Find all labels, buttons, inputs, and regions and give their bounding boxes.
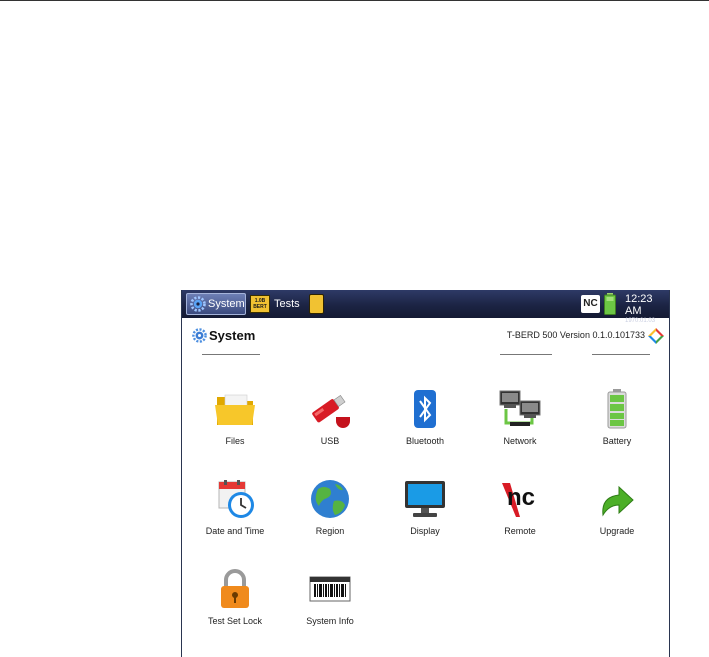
taskbar-tests-label: Tests <box>274 298 300 310</box>
remote-connection-icon[interactable]: NC <box>581 295 600 313</box>
date-time-label: Date and Time <box>205 526 265 536</box>
viavi-logo-icon <box>648 328 664 344</box>
remote-tile[interactable]: nc Remote <box>475 479 565 536</box>
globe-icon <box>311 480 349 518</box>
clock-date: 1970.01.03 <box>625 318 656 324</box>
system-info-tile[interactable]: System Info <box>285 569 375 626</box>
upgrade-label: Upgrade <box>599 526 635 536</box>
page-title: System <box>192 328 255 343</box>
usb-label: USB <box>320 436 340 446</box>
upgrade-arrow-icon <box>602 485 634 517</box>
display-label: Display <box>410 526 440 536</box>
usb-tile[interactable]: USB <box>285 389 375 446</box>
gear-icon <box>192 328 207 343</box>
network-icon <box>499 390 541 426</box>
remote-nc-icon: nc <box>502 483 535 517</box>
taskbar: System 1.0B BERT Tests NC 12:23 AM 1970.… <box>182 290 669 324</box>
region-tile[interactable]: Region <box>285 479 375 536</box>
bluetooth-icon <box>414 390 436 428</box>
region-label: Region <box>315 526 345 536</box>
folder-icon <box>215 394 255 425</box>
clock-display: 12:23 AM 1970.01.03 <box>625 293 669 325</box>
files-label: Files <box>225 436 245 446</box>
date-time-tile[interactable]: Date and Time <box>190 479 280 536</box>
remote-label: Remote <box>504 526 536 536</box>
calendar-clock-icon <box>218 480 254 518</box>
gear-icon <box>190 296 206 312</box>
test-slot-icon[interactable] <box>309 294 324 314</box>
test-set-lock-label: Test Set Lock <box>207 616 263 626</box>
bluetooth-label: Bluetooth <box>405 436 445 446</box>
test-set-lock-tile[interactable]: Test Set Lock <box>190 569 280 626</box>
bluetooth-tile[interactable]: Bluetooth <box>380 389 470 446</box>
header-divider <box>500 354 552 355</box>
taskbar-system-label: System <box>208 298 245 310</box>
network-tile[interactable]: Network <box>475 389 565 446</box>
taskbar-tests-button[interactable]: 1.0B BERT Tests <box>250 293 300 315</box>
taskbar-system-button[interactable]: System <box>186 293 246 315</box>
display-tile[interactable]: Display <box>380 479 470 536</box>
page-top-rule <box>0 0 709 1</box>
files-tile[interactable]: Files <box>190 389 280 446</box>
svg-text:nc: nc <box>507 484 535 511</box>
battery-label: Battery <box>602 436 632 446</box>
bert-test-icon: 1.0B BERT <box>250 295 270 313</box>
padlock-icon <box>221 569 249 608</box>
battery-icon <box>607 389 627 429</box>
device-screen: System 1.0B BERT Tests NC 12:23 AM 1970.… <box>181 290 670 657</box>
header-divider <box>202 354 260 355</box>
system-info-label: System Info <box>306 616 354 626</box>
version-label: T-BERD 500 Version 0.1.0.101733 <box>506 330 645 340</box>
network-label: Network <box>503 436 537 446</box>
battery-tile[interactable]: Battery <box>572 389 662 446</box>
upgrade-tile[interactable]: Upgrade <box>572 479 662 536</box>
header-divider <box>592 354 650 355</box>
battery-status-icon[interactable] <box>604 293 616 315</box>
usb-drive-icon <box>312 394 350 428</box>
barcode-icon <box>309 576 351 602</box>
clock-time: 12:23 AM <box>625 293 653 317</box>
monitor-icon <box>405 481 445 517</box>
